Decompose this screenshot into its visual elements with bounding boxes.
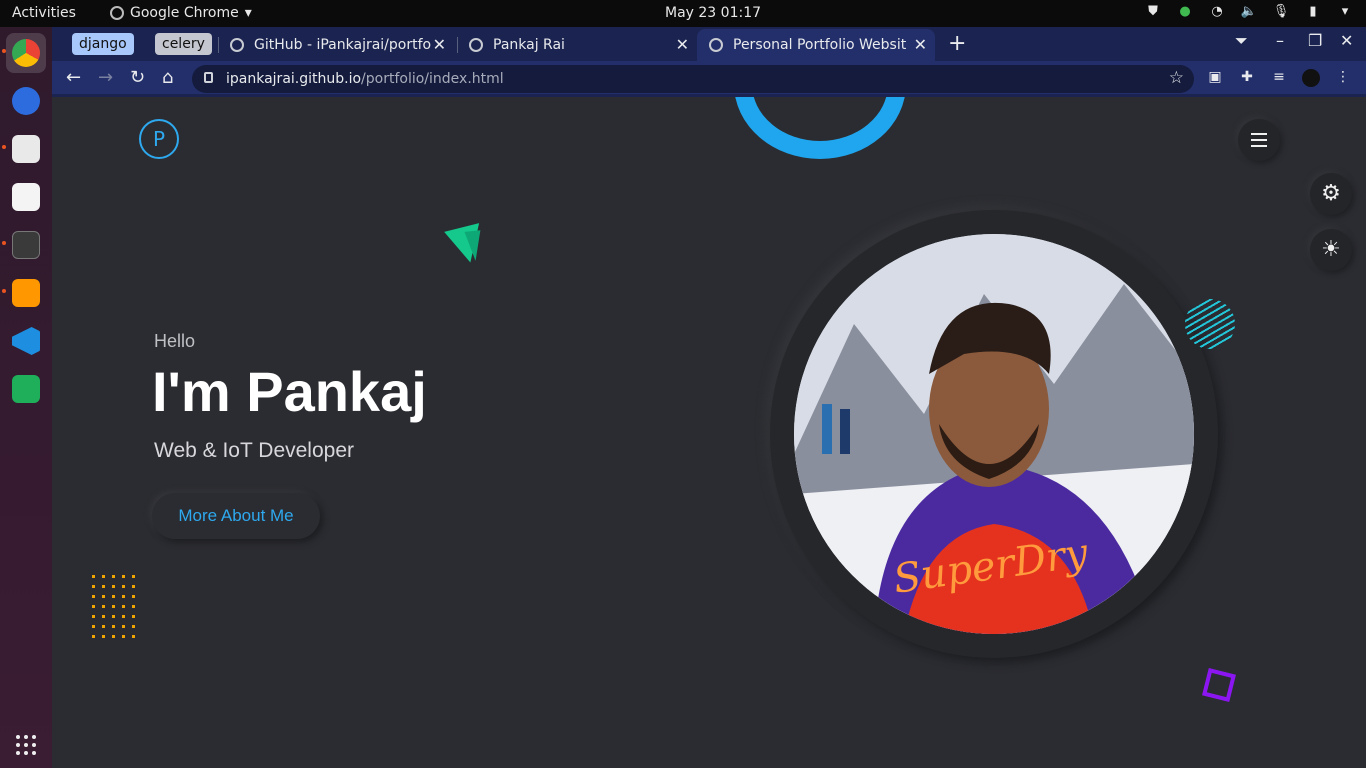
tab-pankaj-rai[interactable]: Pankaj Rai ✕ <box>457 29 697 61</box>
shield-icon[interactable]: ⛊ <box>1144 4 1162 19</box>
menu-icon[interactable] <box>1238 119 1280 161</box>
green-app-icon <box>12 375 40 403</box>
show-applications-icon[interactable] <box>16 735 36 755</box>
dock-chrome[interactable] <box>6 33 46 73</box>
url-host: ipankajrai.github.io <box>226 71 362 87</box>
running-indicator <box>2 145 6 149</box>
back-button[interactable]: ← <box>66 67 81 88</box>
decorative-striped-circle <box>1185 299 1235 349</box>
chrome-icon <box>12 39 40 67</box>
minimize-button[interactable]: – <box>1276 31 1284 50</box>
system-top-bar: Activities Google Chrome ▾ May 23 01:17 … <box>0 0 1366 27</box>
thunderbird-icon <box>12 87 40 115</box>
activities-button[interactable]: Activities <box>12 5 76 21</box>
site-logo[interactable]: P <box>139 119 179 159</box>
close-icon[interactable]: ✕ <box>433 29 446 61</box>
tab-title: Pankaj Rai <box>493 37 565 53</box>
extensions-puzzle-icon[interactable]: ✚ <box>1238 69 1256 87</box>
text-editor-icon <box>12 183 40 211</box>
media-controls-icon[interactable]: ≡ <box>1270 69 1288 87</box>
chevron-down-icon: ▾ <box>244 5 252 21</box>
lock-icon[interactable] <box>204 72 213 83</box>
close-icon[interactable]: ✕ <box>676 29 689 61</box>
dock-sublime[interactable] <box>6 273 46 313</box>
reload-button[interactable]: ↻ <box>130 67 145 88</box>
system-tray[interactable]: ⛊ ● ◔ 🔈 🎙 ▮ ▾ <box>1144 4 1354 19</box>
sublime-text-icon <box>12 279 40 307</box>
close-icon[interactable]: ✕ <box>914 29 927 61</box>
running-indicator <box>2 289 6 293</box>
dock-text-editor[interactable] <box>6 177 46 217</box>
running-indicator <box>2 49 6 53</box>
tab-portfolio-active[interactable]: Personal Portfolio Websit ✕ <box>697 29 935 61</box>
power-menu-icon[interactable]: ▾ <box>1336 4 1354 19</box>
dock-terminal[interactable] <box>6 225 46 265</box>
wifi-icon[interactable]: ◔ <box>1208 4 1226 19</box>
gear-icon[interactable]: ⚙ <box>1310 173 1352 215</box>
files-icon <box>12 135 40 163</box>
bookmark-star-icon[interactable]: ☆ <box>1169 68 1184 88</box>
close-window-button[interactable]: ✕ <box>1340 31 1353 50</box>
globe-icon <box>469 38 483 52</box>
new-tab-button[interactable]: + <box>948 31 966 56</box>
greeting-text: Hello <box>154 331 196 351</box>
profile-avatar[interactable] <box>1302 69 1320 87</box>
app-menu-label: Google Chrome <box>130 5 239 21</box>
maximize-button[interactable]: ❐ <box>1308 31 1322 50</box>
globe-icon <box>709 38 723 52</box>
tab-github[interactable]: GitHub - iPankajrai/portfo ✕ <box>218 29 454 61</box>
tab-title: Personal Portfolio Websit <box>733 37 907 53</box>
decorative-ring <box>734 97 906 159</box>
tab-group-celery[interactable]: celery <box>155 33 212 55</box>
battery-icon[interactable]: ▮ <box>1304 4 1322 19</box>
decorative-square <box>1202 668 1236 702</box>
profile-photo: SuperDry <box>794 234 1194 634</box>
decorative-dots <box>92 575 135 638</box>
chrome-small-icon <box>110 6 124 20</box>
terminal-icon <box>12 231 40 259</box>
url-text[interactable]: ipankajrai.github.io/portfolio/index.htm… <box>226 71 504 87</box>
clock[interactable]: May 23 01:17 <box>665 5 761 21</box>
dock-app[interactable] <box>6 369 46 409</box>
decorative-triangle-shade <box>464 230 484 262</box>
tab-title: GitHub - iPankajrai/portfo <box>254 37 432 53</box>
dock-files[interactable] <box>6 129 46 169</box>
dock-vscode[interactable] <box>6 321 46 361</box>
browser-toolbar: ← → ↻ ⌂ ipankajrai.github.io/portfolio/i… <box>52 61 1366 97</box>
hero-subtitle: Web & IoT Developer <box>154 439 354 462</box>
home-button[interactable]: ⌂ <box>162 67 173 88</box>
url-path: /portfolio/index.html <box>361 71 504 87</box>
running-indicator <box>2 241 6 245</box>
extension-icon[interactable]: ▣ <box>1206 69 1224 87</box>
volume-icon[interactable]: 🔈 <box>1240 4 1258 19</box>
sun-icon[interactable]: ☀ <box>1310 229 1352 271</box>
tab-group-django[interactable]: django <box>72 33 134 55</box>
update-icon[interactable]: ● <box>1176 4 1194 19</box>
hero-headline: I'm Pankaj <box>152 360 427 423</box>
chrome-menu-icon[interactable]: ⋮ <box>1334 69 1352 87</box>
portfolio-page: P ⚙ ☀ Hello I'm Pankaj Web & IoT Develop… <box>52 97 1366 768</box>
app-menu[interactable]: Google Chrome ▾ <box>110 5 252 21</box>
github-icon <box>230 38 244 52</box>
dock-thunderbird[interactable] <box>6 81 46 121</box>
address-bar[interactable]: ipankajrai.github.io/portfolio/index.htm… <box>192 65 1194 93</box>
microphone-icon[interactable]: 🎙 <box>1272 4 1290 19</box>
dock <box>0 27 52 768</box>
vscode-icon <box>12 327 40 355</box>
tab-strip: django celery GitHub - iPankajrai/portfo… <box>52 27 1366 61</box>
more-about-me-button[interactable]: More About Me <box>152 493 320 539</box>
tab-search-icon[interactable]: ⏷ <box>1235 31 1248 51</box>
profile-photo-illustration: SuperDry <box>794 234 1194 634</box>
forward-button[interactable]: → <box>98 67 113 88</box>
